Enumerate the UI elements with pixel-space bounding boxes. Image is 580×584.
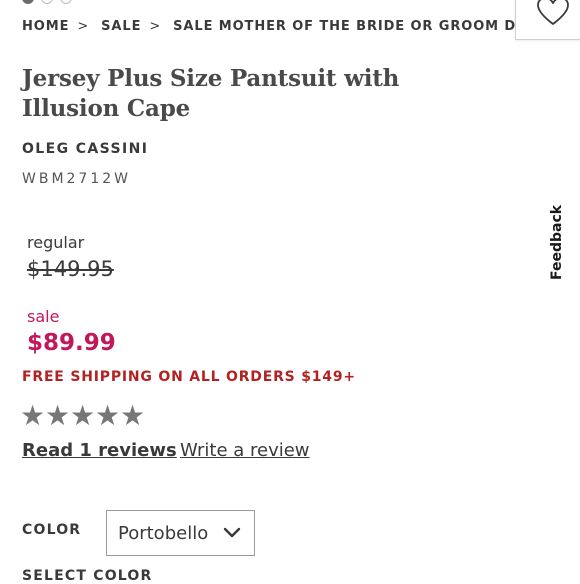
regular-price: $149.95: [27, 257, 114, 281]
star-icon: ★: [45, 399, 71, 432]
chevron-down-icon: [223, 527, 241, 538]
product-title: Jersey Plus Size Pantsuit with Illusion …: [22, 65, 400, 122]
breadcrumb-sale-link[interactable]: SALE: [101, 19, 141, 34]
star-icon: ★: [95, 399, 121, 432]
star-icon: ★: [70, 399, 96, 432]
star-icon: ★: [120, 399, 146, 432]
color-selected-value: Portobello: [118, 523, 209, 544]
breadcrumb-home-link[interactable]: HOME: [22, 19, 69, 34]
breadcrumb-separator: >: [149, 19, 162, 34]
breadcrumb: HOME > SALE > SALE MOTHER OF THE BRIDE O…: [22, 19, 580, 34]
carousel-dot[interactable]: [41, 0, 53, 4]
image-carousel-dots: [22, 0, 72, 4]
sale-price: $89.99: [27, 330, 116, 356]
free-shipping-promo: FREE SHIPPING ON ALL ORDERS $149+: [22, 369, 356, 385]
select-color-label: SELECT COLOR: [22, 568, 153, 584]
wishlist-button[interactable]: [515, 0, 580, 40]
color-label: COLOR: [22, 522, 82, 538]
carousel-dot[interactable]: [60, 0, 72, 4]
product-brand: OLEG CASSINI: [22, 141, 149, 157]
color-dropdown[interactable]: Portobello: [106, 510, 255, 556]
breadcrumb-separator: >: [77, 19, 90, 34]
carousel-dot[interactable]: [22, 0, 34, 4]
product-sku: WBM2712W: [22, 171, 131, 187]
write-review-link[interactable]: Write a review: [180, 440, 310, 461]
regular-price-label: regular: [27, 233, 85, 252]
sale-price-label: sale: [27, 307, 60, 326]
star-icon: ★: [20, 399, 46, 432]
heart-icon: [537, 0, 569, 25]
read-reviews-link[interactable]: Read 1 reviews: [22, 440, 177, 461]
feedback-tab[interactable]: Feedback: [549, 205, 565, 280]
star-rating: ★ ★ ★ ★ ★: [20, 399, 145, 433]
